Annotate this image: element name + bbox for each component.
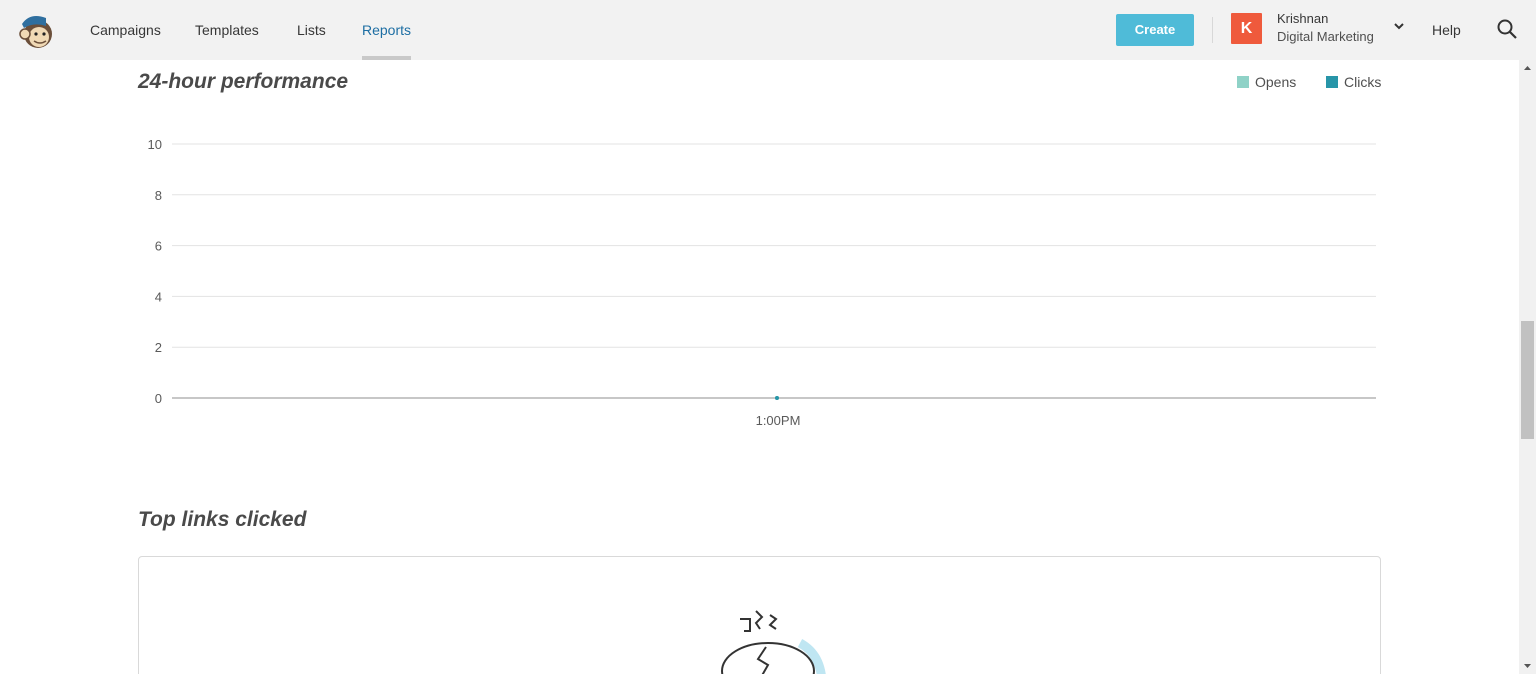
top-nav-bar: Campaigns Templates Lists Reports Create…: [0, 0, 1536, 60]
nav-templates[interactable]: Templates: [195, 0, 259, 60]
create-button[interactable]: Create: [1116, 14, 1194, 46]
help-link[interactable]: Help: [1432, 0, 1461, 60]
top-links-title: Top links clicked: [138, 508, 307, 531]
chevron-down-icon[interactable]: [1392, 19, 1406, 33]
nav-lists[interactable]: Lists: [297, 0, 326, 60]
y-tick-label: 4: [155, 289, 162, 304]
data-point-clicks: [775, 396, 779, 400]
empty-state-illustration-icon: [721, 610, 826, 674]
mailchimp-logo-icon[interactable]: [16, 10, 56, 50]
page-scrollbar[interactable]: [1519, 60, 1536, 674]
scrollbar-thumb[interactable]: [1521, 321, 1534, 439]
legend-opens-label: Opens: [1255, 74, 1297, 90]
data-point-opens: [775, 396, 779, 400]
scroll-up-arrow-icon[interactable]: [1519, 60, 1536, 77]
y-tick-label: 0: [155, 391, 162, 406]
performance-title: 24-hour performance: [138, 70, 349, 93]
opens-swatch: [1237, 76, 1249, 88]
active-tab-indicator: [362, 56, 411, 60]
clicks-swatch: [1326, 76, 1338, 88]
y-tick-label: 10: [148, 137, 162, 152]
nav-reports[interactable]: Reports: [362, 0, 411, 60]
legend-clicks: Clicks: [1326, 74, 1381, 90]
nav-campaigns[interactable]: Campaigns: [90, 0, 161, 60]
y-tick-label: 8: [155, 188, 162, 203]
x-tick-label: 1:00PM: [756, 413, 801, 428]
search-icon[interactable]: [1496, 18, 1518, 40]
legend-clicks-label: Clicks: [1344, 74, 1382, 90]
scroll-down-arrow-icon[interactable]: [1519, 657, 1536, 674]
y-tick-label: 6: [155, 239, 162, 254]
legend-opens: Opens: [1237, 74, 1296, 90]
account-name[interactable]: Krishnan: [1277, 11, 1328, 26]
y-tick-label: 2: [155, 340, 162, 355]
account-organization[interactable]: Digital Marketing: [1277, 29, 1374, 44]
account-avatar[interactable]: K: [1231, 13, 1262, 44]
header-divider: [1212, 17, 1213, 43]
